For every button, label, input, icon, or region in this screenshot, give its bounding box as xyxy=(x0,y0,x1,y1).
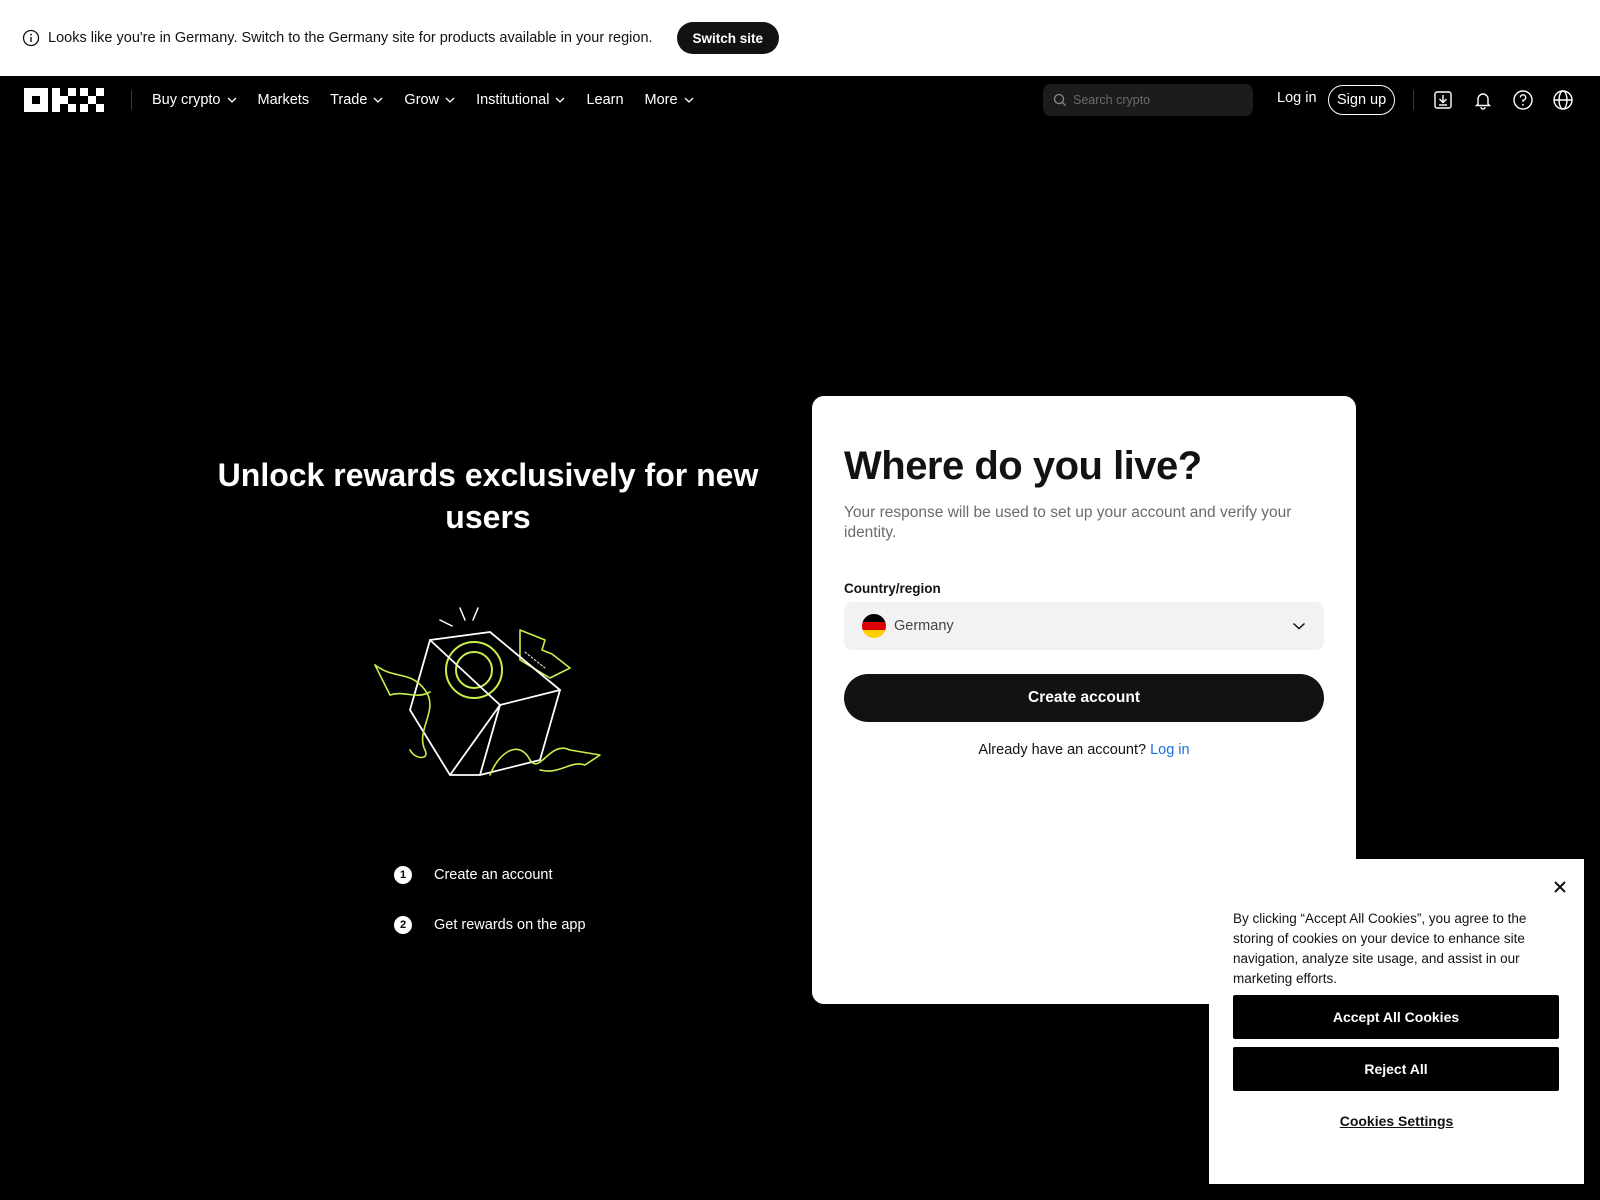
step-2: 2 Get rewards on the app xyxy=(394,916,586,934)
nav-markets[interactable]: Markets xyxy=(258,92,310,108)
nav-link-label: Grow xyxy=(404,92,440,108)
nav-link-label: Trade xyxy=(330,92,368,108)
create-account-button[interactable]: Create account xyxy=(844,674,1324,722)
nav-more[interactable]: More xyxy=(645,92,694,108)
country-select-value: Germany xyxy=(894,618,954,634)
nav-learn[interactable]: Learn xyxy=(586,92,623,108)
step-1: 1 Create an account xyxy=(394,866,553,884)
nav-divider xyxy=(131,90,132,110)
cookie-dialog: By clicking “Accept All Cookies”, you ag… xyxy=(1209,859,1584,1184)
card-title: Where do you live? xyxy=(844,444,1202,488)
nav-buy-crypto[interactable]: Buy crypto xyxy=(152,92,237,108)
accept-cookies-button[interactable]: Accept All Cookies xyxy=(1233,995,1559,1039)
banner-message: Looks like you're in Germany. Switch to … xyxy=(48,30,653,46)
step-text: Get rewards on the app xyxy=(434,917,586,933)
help-icon[interactable] xyxy=(1511,88,1535,112)
step-number: 1 xyxy=(394,866,412,884)
bell-icon[interactable] xyxy=(1471,88,1495,112)
switch-site-button[interactable]: Switch site xyxy=(676,22,780,54)
nav-link-label: More xyxy=(644,92,678,108)
chevron-down-icon xyxy=(1292,622,1306,630)
region-banner: Looks like you're in Germany. Switch to … xyxy=(0,0,1600,76)
cookie-text: By clicking “Accept All Cookies”, you ag… xyxy=(1233,911,1527,986)
nav-divider xyxy=(1413,90,1414,110)
step-number: 2 xyxy=(394,916,412,934)
chevron-down-icon xyxy=(373,97,383,103)
nav-institutional[interactable]: Institutional xyxy=(476,92,565,108)
top-nav: Buy crypto Markets Trade Grow Institutio… xyxy=(0,76,1600,124)
nav-links: Buy crypto Markets Trade Grow Institutio… xyxy=(152,76,715,124)
chevron-down-icon xyxy=(445,97,455,103)
search-input[interactable] xyxy=(1073,93,1243,107)
reject-cookies-button[interactable]: Reject All xyxy=(1233,1047,1559,1091)
nav-link-label: Markets xyxy=(257,92,310,108)
germany-flag-icon xyxy=(862,614,886,638)
chevron-down-icon xyxy=(555,97,565,103)
already-have-account: Already have an account? Log in xyxy=(844,742,1324,758)
step-text: Create an account xyxy=(434,867,553,883)
close-icon[interactable] xyxy=(1552,879,1568,895)
nav-link-label: Learn xyxy=(586,92,624,108)
nav-link-label: Buy crypto xyxy=(152,92,221,108)
chevron-down-icon xyxy=(684,97,694,103)
hero-title: Unlock rewards exclusively for new users xyxy=(217,457,759,535)
card-subtitle: Your response will be used to set up you… xyxy=(844,504,1292,541)
nav-login-link[interactable]: Log in xyxy=(1277,90,1317,106)
nav-trade[interactable]: Trade xyxy=(330,92,383,108)
cookie-settings-link[interactable]: Cookies Settings xyxy=(1233,1113,1560,1129)
country-select[interactable]: Germany xyxy=(844,602,1324,650)
country-field-label: Country/region xyxy=(844,581,941,596)
search-icon xyxy=(1053,93,1067,107)
already-text: Already have an account? xyxy=(978,742,1147,758)
search-box[interactable] xyxy=(1043,84,1253,116)
signup-button[interactable]: Sign up xyxy=(1328,85,1396,115)
download-icon[interactable] xyxy=(1431,88,1455,112)
card-login-link[interactable]: Log in xyxy=(1150,742,1190,758)
info-icon xyxy=(22,29,40,47)
chevron-down-icon xyxy=(227,97,237,103)
nav-grow[interactable]: Grow xyxy=(404,92,455,108)
globe-icon[interactable] xyxy=(1551,88,1575,112)
gift-box-illustration xyxy=(374,607,601,776)
okx-logo[interactable] xyxy=(24,88,104,112)
nav-link-label: Institutional xyxy=(476,92,550,108)
